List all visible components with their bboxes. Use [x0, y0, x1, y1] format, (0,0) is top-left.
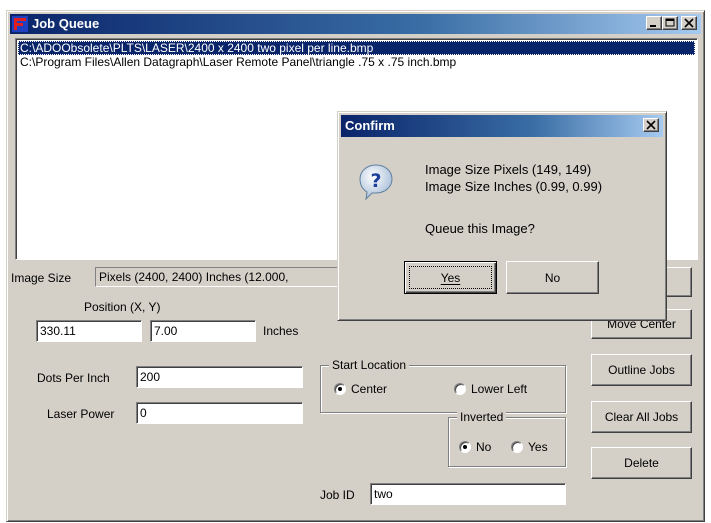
position-x-input[interactable]: 330.11 [36, 320, 142, 342]
position-label: Position (X, Y) [84, 300, 161, 314]
radio-inverted-no-indicator [459, 441, 471, 453]
inverted-label: Inverted [457, 410, 507, 424]
job-id-label: Job ID [320, 488, 355, 502]
title-bar[interactable]: Job Queue [10, 14, 701, 34]
radio-center-indicator [334, 383, 346, 395]
radio-inverted-yes-indicator [511, 441, 523, 453]
close-icon [684, 18, 694, 28]
radio-inverted-yes-label: Yes [528, 440, 548, 454]
radio-center[interactable]: Center [334, 382, 387, 396]
radio-lower-left-indicator [454, 383, 466, 395]
radio-center-label: Center [351, 382, 388, 396]
maximize-button[interactable] [662, 16, 678, 30]
minimize-button[interactable] [646, 16, 662, 30]
radio-lower-left-label: Lower Left [471, 382, 528, 396]
laser-power-input[interactable]: 0 [136, 402, 303, 424]
job-id-input[interactable]: two [370, 483, 566, 505]
outline-jobs-button[interactable]: Outline Jobs [591, 354, 692, 386]
yes-button[interactable]: Yes [404, 261, 497, 294]
window-title: Job Queue [32, 16, 100, 31]
dialog-title: Confirm [345, 118, 395, 133]
radio-inverted-no-label: No [476, 440, 492, 454]
radio-inverted-yes[interactable]: Yes [511, 440, 548, 454]
position-unit-label: Inches [263, 324, 299, 338]
dots-per-inch-input[interactable]: 200 [136, 366, 303, 388]
list-item[interactable]: C:\Program Files\Allen Datagraph\Laser R… [18, 55, 695, 69]
inverted-group: Inverted No Yes [448, 410, 566, 467]
app-icon [12, 16, 28, 32]
close-icon [646, 120, 656, 130]
position-y-input[interactable]: 7.00 [150, 320, 256, 342]
no-button[interactable]: No [506, 261, 599, 294]
image-size-label: Image Size [11, 271, 72, 285]
maximize-icon [665, 18, 675, 27]
close-button[interactable] [681, 16, 697, 30]
dialog-question: Queue this Image? [425, 221, 535, 236]
svg-text:?: ? [370, 170, 381, 192]
start-location-group: Start Location Center Lower Left [320, 358, 566, 413]
dialog-inches-line: Image Size Inches (0.99, 0.99) [425, 179, 603, 194]
list-item[interactable]: C:\ADOObsolete\PLTS\LASER\2400 x 2400 tw… [18, 41, 695, 55]
minimize-icon [650, 25, 656, 27]
focus-ring [409, 266, 492, 289]
image-size-value: Pixels (2400, 2400) Inches (12.000, [95, 267, 345, 287]
dialog-pixels-line: Image Size Pixels (149, 149) [425, 162, 592, 177]
dialog-close-button[interactable] [643, 118, 659, 132]
dots-per-inch-label: Dots Per Inch [37, 371, 110, 385]
delete-button[interactable]: Delete [591, 447, 692, 479]
laser-power-label: Laser Power [47, 407, 115, 421]
radio-lower-left[interactable]: Lower Left [454, 382, 527, 396]
no-button-label: No [544, 270, 561, 285]
dialog-title-bar[interactable]: Confirm [341, 115, 663, 137]
start-location-label: Start Location [329, 358, 410, 372]
radio-inverted-no[interactable]: No [459, 440, 491, 454]
confirm-dialog: Confirm ? Image Size Pixels (149, 149) I… [337, 111, 667, 321]
question-icon: ? [359, 164, 393, 201]
clear-all-jobs-button[interactable]: Clear All Jobs [591, 401, 692, 433]
